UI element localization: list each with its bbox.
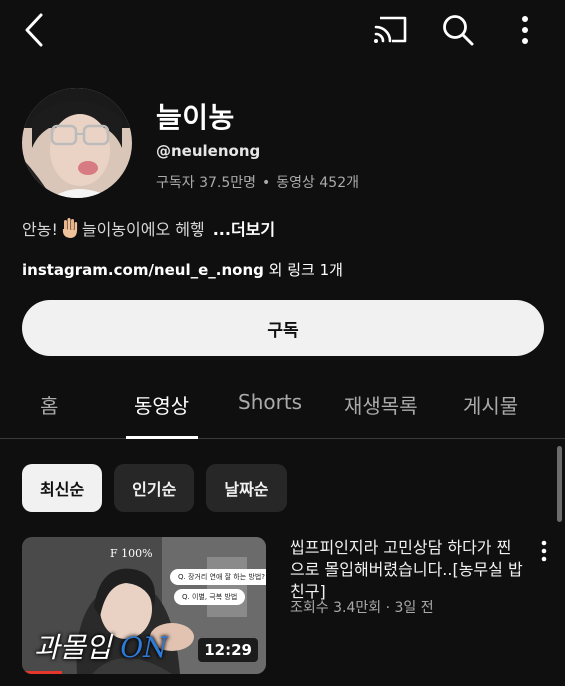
chip-oldest[interactable]: 날짜순 xyxy=(206,464,287,512)
search-icon xyxy=(443,15,474,46)
video-count: 동영상 452개 xyxy=(276,175,359,191)
subscriber-count: 구독자 37.5만명 xyxy=(156,175,257,191)
video-menu-button[interactable] xyxy=(534,539,554,565)
subscribe-button[interactable]: 구독 xyxy=(22,300,544,356)
active-tab-indicator xyxy=(126,436,198,439)
description-text-end: 늘이농이에오 헤헿 xyxy=(81,220,205,239)
description-text-start: 안농! xyxy=(22,220,58,239)
thumbnail-caption-main: 과몰입 xyxy=(34,631,112,664)
watch-progress-bar xyxy=(22,671,62,674)
channel-handle: @neulenong xyxy=(156,142,261,160)
chip-popular[interactable]: 인기순 xyxy=(114,464,195,512)
more-description-link[interactable]: ...더보기 xyxy=(213,216,275,240)
channel-tabs: 홈 동영상 Shorts 재생목록 게시물 xyxy=(0,376,565,439)
cast-button[interactable] xyxy=(372,14,410,46)
video-duration: 12:29 xyxy=(198,638,258,662)
video-thumbnail[interactable]: F 100% Q. 장거리 연애 잘 하는 방법? Q. 이별, 극복 방법 과… xyxy=(22,537,266,674)
waving-hand-icon xyxy=(62,218,77,238)
tab-shorts[interactable]: Shorts xyxy=(238,390,302,414)
chevron-left-icon xyxy=(25,13,43,47)
channel-name: 늘이농 xyxy=(156,101,235,134)
extra-links-label: 외 링크 1개 xyxy=(263,261,343,279)
thumbnail-caption-on: ON xyxy=(120,631,168,664)
sort-chips: 최신순 인기순 날짜순 xyxy=(22,464,287,512)
tab-posts[interactable]: 게시물 xyxy=(463,390,518,419)
channel-stats: 구독자 37.5만명 • 동영상 452개 xyxy=(156,172,359,192)
instagram-link[interactable]: instagram.com/neul_e_.nong xyxy=(22,261,264,279)
more-vertical-icon xyxy=(541,540,547,562)
scrollbar[interactable] xyxy=(557,446,562,522)
cast-icon xyxy=(374,16,407,43)
channel-avatar[interactable] xyxy=(22,88,132,198)
search-button[interactable] xyxy=(440,12,476,48)
video-title[interactable]: 씹프피인지라 고민상담 하다가 찐으로 몰입해버렸습니다..[농무실 밥친구] xyxy=(290,537,526,603)
thumbnail-percent: F 100% xyxy=(110,547,153,560)
channel-links[interactable]: instagram.com/neul_e_.nong 외 링크 1개 xyxy=(22,259,343,280)
chip-latest[interactable]: 최신순 xyxy=(22,464,103,512)
thumbnail-caption: 과몰입 ON xyxy=(34,626,168,666)
video-views: 조회수 3.4만회 xyxy=(290,600,382,616)
thumbnail-bubble-1: Q. 장거리 연애 잘 하는 방법? xyxy=(170,569,266,585)
video-meta: 조회수 3.4만회 · 3일 전 xyxy=(290,600,434,616)
back-button[interactable] xyxy=(18,12,50,48)
tab-videos[interactable]: 동영상 xyxy=(134,390,189,419)
more-vertical-icon xyxy=(522,16,528,44)
video-item[interactable]: F 100% Q. 장거리 연애 잘 하는 방법? Q. 이별, 극복 방법 과… xyxy=(22,537,552,677)
avatar-image xyxy=(22,88,132,198)
channel-description[interactable]: 안농! 늘이농이에오 헤헿 ...더보기 xyxy=(22,216,275,240)
separator-dot: • xyxy=(262,175,271,191)
more-options-button[interactable] xyxy=(512,12,538,48)
video-age: 3일 전 xyxy=(394,600,434,616)
tab-home[interactable]: 홈 xyxy=(40,390,58,419)
thumbnail-bubble-2: Q. 이별, 극복 방법 xyxy=(174,589,246,605)
tab-playlists[interactable]: 재생목록 xyxy=(344,390,418,419)
top-bar xyxy=(0,0,565,62)
